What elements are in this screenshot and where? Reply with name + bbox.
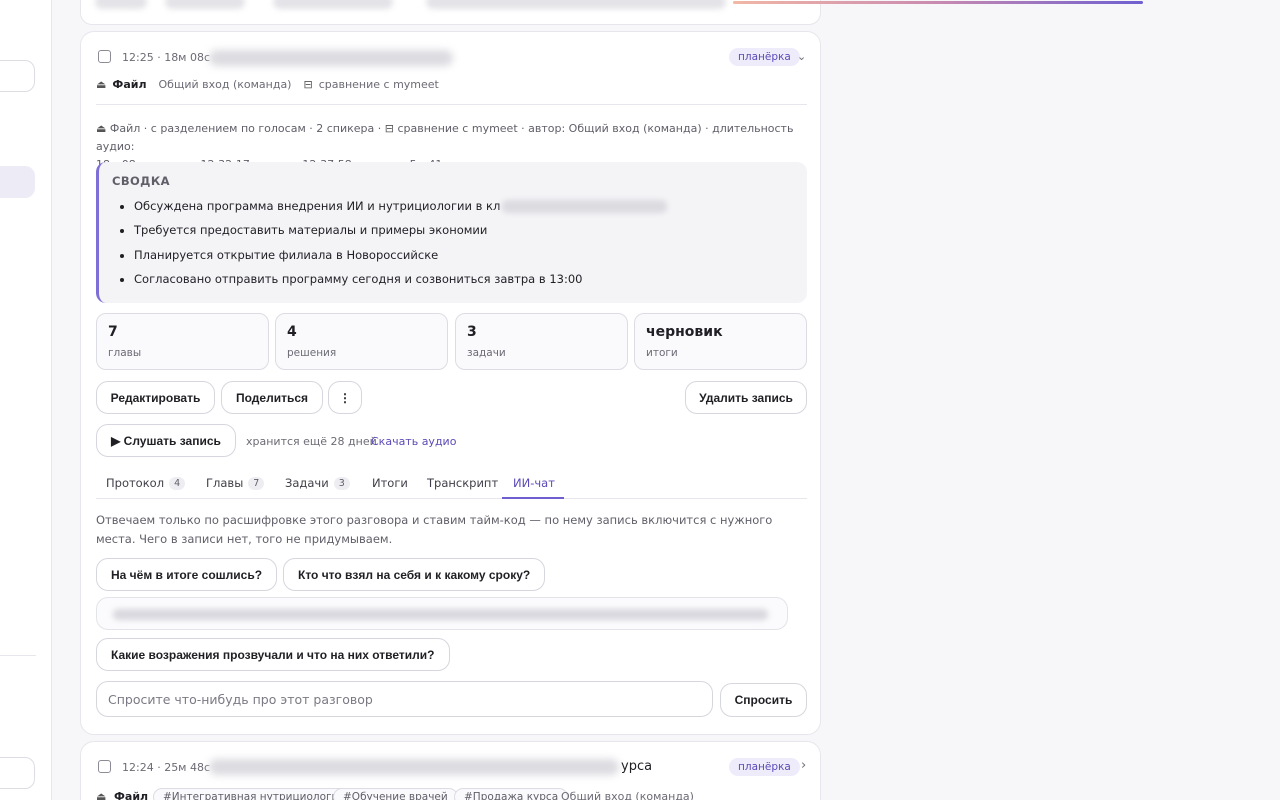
edit-button[interactable]: Редактировать	[96, 381, 215, 414]
tab-count: 3	[333, 476, 350, 490]
blurred-chip	[95, 0, 147, 9]
blurred-chip	[426, 0, 726, 9]
summary-item-text: Обсуждена программа внедрения ИИ и нутри…	[134, 199, 501, 213]
upload-icon: ⏏	[96, 122, 107, 135]
blurred-chip	[165, 0, 245, 9]
sidebar-search-box[interactable]	[0, 60, 35, 92]
compare-icon: ⊟	[303, 78, 313, 91]
ask-input[interactable]	[96, 681, 713, 717]
recording-time: 12:24 · 25м 48с	[122, 761, 211, 774]
suggestion-chip-blurred[interactable]	[96, 597, 788, 630]
active-tab-indicator	[502, 497, 564, 499]
stat-label: решения	[287, 347, 337, 359]
summary-title: СВОДКА	[112, 174, 170, 188]
chevron-down-icon[interactable]: ⌄	[797, 50, 806, 63]
upload-icon: ⏏	[96, 790, 107, 800]
summary-list: Обсуждена программа внедрения ИИ и нутри…	[134, 197, 668, 295]
play-button[interactable]: ▶ Слушать запись	[96, 424, 236, 457]
recording-card: 12:25 · 18м 08с планёрка ⌄ ⏏ Файл Общий …	[80, 31, 821, 735]
ask-button[interactable]: Спросить	[720, 683, 807, 717]
compare-icon: ⊟	[384, 122, 394, 135]
stat-tasks[interactable]: 3 задачи	[455, 313, 628, 370]
retention-note: хранится ещё 28 дней	[246, 435, 377, 448]
chat-note: Отвечаем только по расшифровке этого раз…	[96, 513, 773, 546]
tab-label: Главы	[206, 476, 244, 490]
tab-ai-chat[interactable]: ИИ-чат	[513, 476, 555, 490]
source-label: Файл	[112, 78, 147, 91]
chevron-right-icon[interactable]: ›	[801, 758, 806, 773]
suggestion-chip[interactable]: На чём в итоге сошлись?	[96, 558, 278, 591]
stat-decisions[interactable]: 4 решения	[275, 313, 448, 370]
upload-icon: ⏏	[96, 78, 107, 91]
blurred-title	[209, 50, 453, 66]
stat-label: задачи	[467, 347, 506, 359]
author-label: Общий вход (команда)	[561, 790, 694, 800]
author-label: Общий вход (команда)	[158, 78, 292, 91]
tag-chip[interactable]: #Обучение врачей	[333, 788, 458, 800]
stat-results[interactable]: черновик итоги	[634, 313, 807, 370]
sidebar-bottom-box[interactable]	[0, 757, 35, 789]
category-badge[interactable]: планёрка	[729, 758, 800, 776]
blurred-title	[209, 759, 619, 775]
details-line1: Файл · с разделением по голосам · 2 спик…	[109, 122, 382, 135]
tab-transcript[interactable]: Транскрипт	[427, 476, 498, 490]
tab-label: ИИ-чат	[513, 476, 555, 490]
tab-results[interactable]: Итоги	[372, 476, 408, 490]
suggestion-chip[interactable]: Кто что взял на себя и к какому сроку?	[283, 558, 546, 591]
tab-count: 4	[169, 476, 186, 490]
stat-value: 3	[467, 324, 477, 340]
tab-count: 7	[248, 476, 265, 490]
recording-time: 12:25 · 18м 08с	[122, 51, 211, 64]
select-checkbox[interactable]	[98, 50, 111, 63]
compare-label: сравнение с mymeet	[318, 78, 439, 91]
summary-item: Планируется открытие филиала в Новоросси…	[134, 246, 667, 270]
stat-value: 7	[108, 324, 118, 340]
blurred-text	[113, 609, 768, 620]
stat-chapters[interactable]: 7 главы	[96, 313, 269, 370]
select-checkbox[interactable]	[98, 760, 111, 773]
share-button[interactable]: Поделиться	[221, 381, 323, 414]
blurred-text	[502, 200, 668, 213]
summary-item: Обсуждена программа внедрения ИИ и нутри…	[134, 197, 668, 221]
source-row: ⏏ Файл Общий вход (команда) ⊟ сравнение …	[96, 78, 439, 91]
stat-label: итоги	[646, 347, 678, 359]
summary-block: СВОДКА Обсуждена программа внедрения ИИ …	[96, 162, 807, 303]
previous-recording-card	[80, 0, 821, 25]
tab-label: Протокол	[106, 476, 165, 490]
recording-card: 12:24 · 25м 48с урса планёрка › ⏏ Файл #…	[80, 741, 821, 800]
tag-chip[interactable]: #Интегративная нутрициология	[153, 788, 355, 800]
stat-value: 4	[287, 324, 297, 340]
sidebar-active-item[interactable]	[0, 166, 35, 198]
tab-bar: Протокол 4 Главы 7 Задачи 3 Итоги Транскрип…	[96, 469, 807, 499]
tab-label: Транскрипт	[427, 476, 499, 490]
download-audio-link[interactable]: Скачать аудио	[371, 435, 456, 448]
tab-label: Итоги	[372, 476, 408, 490]
summary-item: Требуется предоставить материалы и приме…	[134, 221, 667, 245]
tab-protocol[interactable]: Протокол 4	[106, 476, 186, 490]
recording-title-tail: урса	[621, 759, 653, 774]
more-options-icon[interactable]: ⋮	[328, 381, 362, 414]
summary-item: Согласовано отправить программу сегодня …	[134, 270, 667, 294]
source-label: Файл	[114, 790, 149, 800]
stat-value: черновик	[646, 324, 723, 340]
progress-bar	[733, 1, 1143, 4]
sidebar	[0, 0, 52, 800]
tag-chip[interactable]: #Продажа курса	[454, 788, 569, 800]
tab-tasks[interactable]: Задачи 3	[285, 476, 350, 490]
delete-button[interactable]: Удалить запись	[685, 381, 807, 414]
suggestion-chip[interactable]: Какие возражения прозвучали и что на них…	[96, 638, 450, 671]
stat-label: главы	[108, 347, 142, 359]
blurred-chip	[273, 0, 393, 9]
divider	[96, 104, 807, 105]
tab-chapters[interactable]: Главы 7	[206, 476, 265, 490]
sidebar-divider	[0, 655, 36, 656]
tab-label: Задачи	[285, 476, 329, 490]
category-badge[interactable]: планёрка	[729, 48, 800, 66]
